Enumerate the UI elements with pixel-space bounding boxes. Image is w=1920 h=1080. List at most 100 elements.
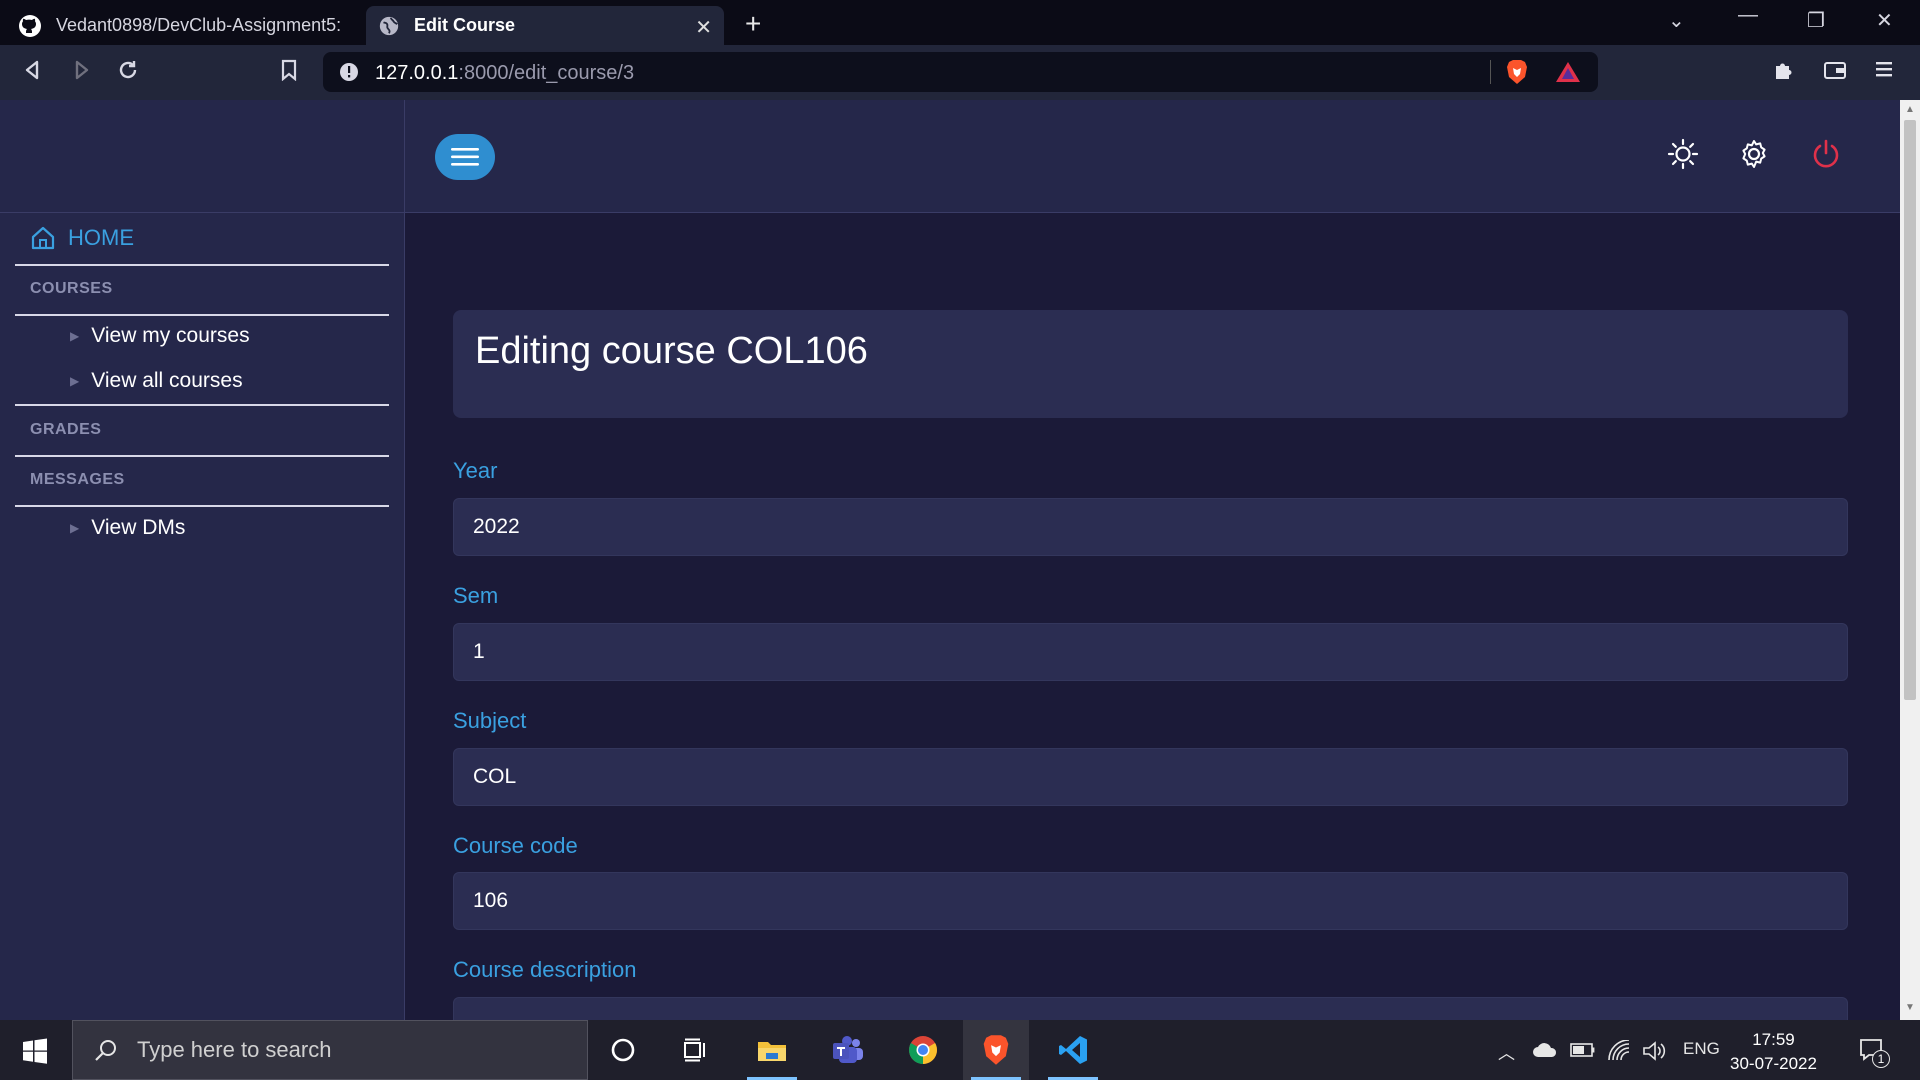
section-divider: [15, 505, 389, 507]
bookmark-icon: [281, 59, 297, 82]
new-tab-button[interactable]: +: [745, 8, 761, 40]
caret-right-icon: ▶: [70, 374, 80, 388]
globe-icon: [379, 16, 399, 35]
reload-button[interactable]: [117, 59, 139, 87]
section-divider: [15, 314, 389, 316]
sidebar-item-label: View my courses: [91, 324, 250, 347]
web-page: HOME COURSES ▶ View my courses ▶ View al…: [0, 100, 1900, 1020]
sidebar-toggle-button[interactable]: [435, 134, 495, 180]
forward-arrow-icon: [75, 60, 89, 80]
scroll-thumb[interactable]: [1904, 120, 1916, 700]
year-field[interactable]: 2022: [453, 498, 1848, 556]
subject-label: Subject: [453, 708, 527, 733]
course-description-label: Course description: [453, 957, 637, 982]
onedrive-cloud-icon[interactable]: [1532, 1041, 1558, 1059]
close-tab-icon[interactable]: ✕: [695, 15, 712, 40]
system-clock[interactable]: 17:59 30-07-2022: [1730, 1028, 1817, 1076]
section-divider: [15, 264, 389, 266]
course-code-field[interactable]: 106: [453, 872, 1848, 930]
browser-toolbar: 127.0.0.1:8000/edit_course/3: [0, 45, 1920, 100]
scroll-down-icon[interactable]: ▼: [1905, 1002, 1915, 1013]
wifi-icon[interactable]: [1607, 1040, 1631, 1062]
clock-time: 17:59: [1752, 1030, 1795, 1049]
volume-icon[interactable]: [1642, 1040, 1668, 1062]
minimize-button[interactable]: —: [1738, 4, 1758, 27]
chrome-button[interactable]: [890, 1020, 956, 1080]
section-title-courses: COURSES: [30, 280, 113, 297]
tab-title: Edit Course: [414, 15, 516, 35]
sidebar-item-label: HOME: [68, 225, 134, 250]
reload-icon: [119, 61, 137, 79]
page-header-card: Editing course COL106: [453, 310, 1848, 418]
section-divider: [15, 404, 389, 406]
task-view-button[interactable]: [663, 1020, 729, 1080]
info-icon[interactable]: [339, 62, 359, 82]
notification-center-button[interactable]: 1: [1858, 1036, 1890, 1069]
power-icon[interactable]: [1810, 138, 1842, 170]
cortana-button[interactable]: [590, 1020, 656, 1080]
page-scrollbar[interactable]: ▲ ▼: [1900, 100, 1920, 1020]
brave-rewards-icon[interactable]: [1555, 60, 1581, 84]
folder-icon: [758, 1042, 786, 1061]
cortana-circle-icon: [611, 1038, 635, 1062]
search-icon: [95, 1040, 116, 1061]
search-placeholder: Type here to search: [137, 1037, 332, 1062]
hamburger-menu-icon: [451, 148, 479, 166]
battery-icon[interactable]: [1570, 1042, 1596, 1058]
sidebar-header: [0, 100, 404, 213]
brave-shields-icon[interactable]: [1505, 59, 1529, 85]
windows-start-icon[interactable]: [22, 1038, 48, 1064]
forward-button[interactable]: [70, 59, 92, 87]
restore-button[interactable]: ❐: [1807, 8, 1825, 33]
windows-taskbar: Type here to search ︿ ENG 17:59 30-07-20…: [0, 1020, 1920, 1080]
wallet-button[interactable]: [1823, 59, 1847, 87]
sidebar-item-view-all-courses[interactable]: ▶ View all courses: [70, 369, 243, 393]
sidebar: HOME COURSES ▶ View my courses ▶ View al…: [0, 100, 405, 1020]
teams-button[interactable]: [815, 1020, 881, 1080]
sidebar-item-home[interactable]: HOME: [30, 225, 134, 251]
tab-search-chevron-icon[interactable]: ⌄: [1668, 8, 1685, 33]
section-divider: [15, 455, 389, 457]
clock-date: 30-07-2022: [1730, 1054, 1817, 1073]
section-title-grades[interactable]: GRADES: [30, 421, 101, 439]
browser-tab-bar: Vedant0898/DevClub-Assignment5: Ba Edit …: [0, 0, 1920, 45]
language-indicator[interactable]: ENG: [1683, 1039, 1720, 1059]
caret-right-icon: ▶: [70, 521, 80, 535]
gear-icon[interactable]: [1738, 138, 1770, 170]
bookmark-button[interactable]: [280, 59, 298, 87]
url-text[interactable]: 127.0.0.1:8000/edit_course/3: [375, 62, 634, 85]
puzzle-icon: [1776, 63, 1792, 79]
sidebar-item-label: View all courses: [91, 369, 243, 392]
back-button[interactable]: [22, 59, 44, 87]
github-icon: [19, 14, 41, 37]
year-label: Year: [453, 458, 498, 483]
chrome-icon: [909, 1036, 937, 1064]
home-icon: [31, 226, 55, 250]
sem-label: Sem: [453, 583, 499, 608]
tab-edit-course[interactable]: Edit Course ✕: [366, 6, 724, 45]
file-explorer-button[interactable]: [739, 1020, 805, 1080]
address-bar[interactable]: 127.0.0.1:8000/edit_course/3: [323, 52, 1598, 92]
vscode-icon: [1059, 1036, 1087, 1064]
sem-field[interactable]: 1: [453, 623, 1848, 681]
brave-button[interactable]: [963, 1020, 1029, 1080]
browser-menu-button[interactable]: [1876, 59, 1894, 85]
tray-chevron-up-icon[interactable]: ︿: [1498, 1039, 1515, 1064]
sidebar-item-view-dms[interactable]: ▶ View DMs: [70, 516, 185, 540]
notification-count-badge: 1: [1872, 1050, 1890, 1068]
extensions-button[interactable]: [1773, 59, 1795, 87]
sun-icon[interactable]: [1667, 138, 1699, 170]
vscode-button[interactable]: [1040, 1020, 1106, 1080]
task-view-icon: [684, 1038, 705, 1062]
brave-icon: [983, 1035, 1009, 1065]
top-navbar: [405, 100, 1900, 213]
address-divider: [1490, 60, 1491, 84]
tab-github[interactable]: Vedant0898/DevClub-Assignment5: Ba: [0, 6, 363, 45]
subject-field[interactable]: COL: [453, 748, 1848, 806]
sidebar-item-view-my-courses[interactable]: ▶ View my courses: [70, 324, 250, 348]
close-window-button[interactable]: ✕: [1876, 8, 1893, 33]
course-description-field[interactable]: [453, 997, 1848, 1020]
scroll-up-icon[interactable]: ▲: [1905, 104, 1915, 115]
caret-right-icon: ▶: [70, 329, 80, 343]
taskbar-search-box[interactable]: Type here to search: [72, 1020, 588, 1080]
